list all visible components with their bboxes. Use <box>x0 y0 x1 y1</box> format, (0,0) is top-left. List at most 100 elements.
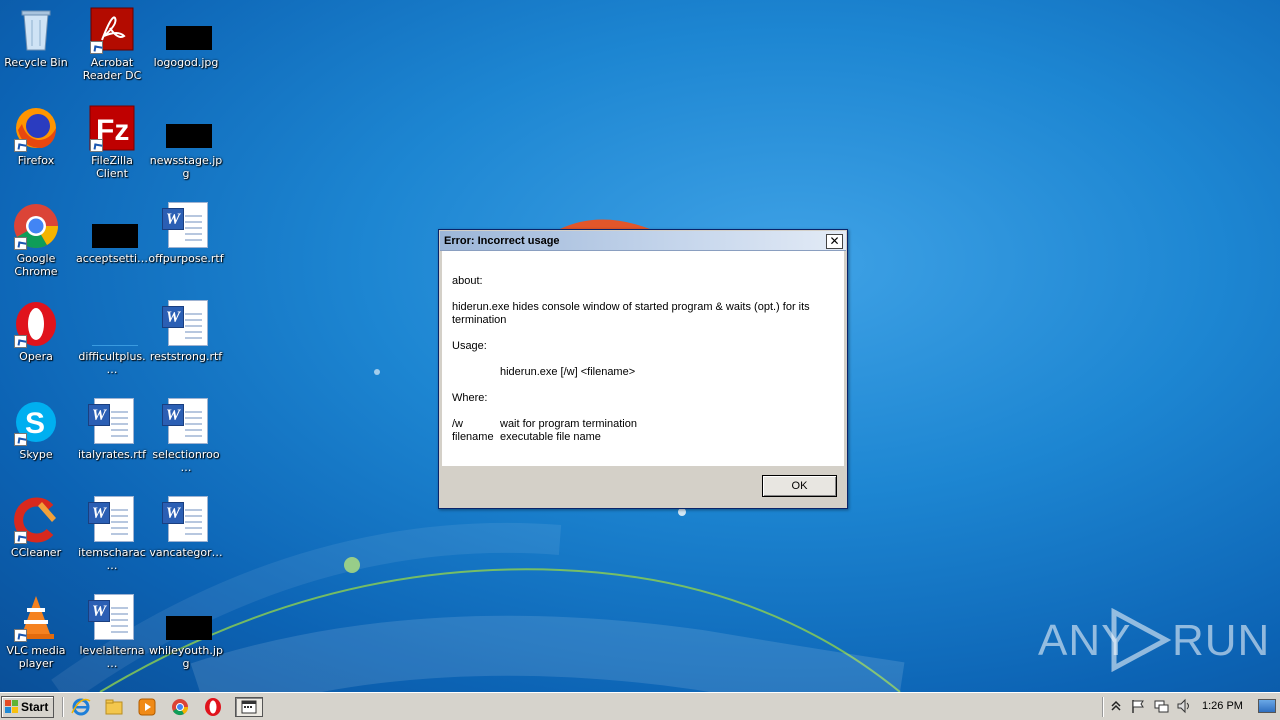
volume-icon[interactable] <box>1176 698 1192 714</box>
start-label: Start <box>21 700 49 714</box>
desktop-icon-firefox[interactable]: Firefox <box>0 104 74 167</box>
desktop-icon-label: Recycle Bin <box>4 56 68 69</box>
desktop-icon-google-chrome[interactable]: Google Chrome <box>0 202 74 278</box>
desktop-icon-acceptsetti[interactable]: acceptsetti… <box>74 202 150 265</box>
shortcut-arrow-icon <box>90 139 103 152</box>
desktop-icon-filezilla[interactable]: Fz FileZilla Client <box>74 104 150 180</box>
skype-icon: S <box>12 398 60 446</box>
desktop-icon-whileyouth-jpg[interactable]: whileyouth.jpg <box>148 594 224 670</box>
dialog-titlebar[interactable]: Error: Incorrect usage ✕ <box>440 231 846 251</box>
show-hidden-icons-chevron-icon[interactable] <box>1108 698 1124 714</box>
desktop-icon-label: offpurpose.rtf <box>148 252 224 265</box>
desktop-icon-label: itemscharac… <box>78 546 146 572</box>
desktop-icon-label: newsstage.jpg <box>149 154 223 180</box>
close-icon: ✕ <box>829 234 840 248</box>
shortcut-arrow-icon <box>14 237 27 250</box>
shortcut-arrow-icon <box>90 41 103 54</box>
description-text: hiderun.exe hides console window of star… <box>452 301 810 326</box>
ccleaner-icon <box>12 496 60 544</box>
word-document-icon: W <box>88 496 136 544</box>
media-player-icon[interactable] <box>136 697 158 717</box>
shortcut-arrow-icon <box>14 433 27 446</box>
desktop-icon-offpurpose-rtf[interactable]: W offpurpose.rtf <box>148 202 224 265</box>
desktop-icon-difficultplus[interactable]: difficultplus.… <box>74 300 150 376</box>
windows-logo-icon <box>5 700 19 714</box>
word-document-icon: W <box>162 300 210 348</box>
close-button[interactable]: ✕ <box>826 234 843 249</box>
image-file-icon <box>162 6 212 54</box>
usage-line: hiderun.exe [/w] <filename> <box>500 366 636 378</box>
recycle-bin-icon <box>12 6 60 54</box>
desktop-icon-label: Opera <box>19 350 53 363</box>
desktop-icon-acrobat-reader[interactable]: Acrobat Reader DC <box>74 6 150 82</box>
opera-icon <box>12 300 60 348</box>
taskbar: Start 1:26 PM <box>0 692 1280 720</box>
desktop-icon-label: Firefox <box>17 154 55 167</box>
shortcut-arrow-icon <box>14 139 27 152</box>
desktop-icon-label: levelalterna… <box>79 644 145 670</box>
clock[interactable]: 1:26 PM <box>1202 700 1243 712</box>
file-icon <box>88 300 138 348</box>
desktop-icon-recycle-bin[interactable]: Recycle Bin <box>0 6 74 69</box>
desktop-icon-reststrong-rtf[interactable]: W reststrong.rtf <box>148 300 224 363</box>
dialog-title: Error: Incorrect usage <box>444 235 560 247</box>
desktop-icon-label: vancategor… <box>149 546 223 559</box>
show-desktop-icon[interactable] <box>1258 699 1276 713</box>
play-logo-icon <box>1111 608 1172 672</box>
word-document-icon: W <box>162 398 210 446</box>
image-file-icon <box>162 594 212 642</box>
desktop-icon-label: CCleaner <box>10 546 62 559</box>
desktop-icon-label: logogod.jpg <box>153 56 219 69</box>
desktop-icon-label: difficultplus.… <box>78 350 146 376</box>
desktop-icon-label: VLC media player <box>6 644 66 670</box>
desktop-icon-label: Google Chrome <box>14 252 58 278</box>
desktop-icon-levelalterna[interactable]: W levelalterna… <box>74 594 150 670</box>
chrome-icon <box>12 202 60 250</box>
firefox-icon <box>12 104 60 152</box>
where-label: Where: <box>452 392 488 404</box>
opera-icon[interactable] <box>202 697 224 717</box>
vlc-icon <box>12 594 60 642</box>
desktop-icon-label: selectionroo… <box>152 448 220 474</box>
network-icon[interactable] <box>1153 698 1169 714</box>
about-label: about: <box>452 275 483 287</box>
desktop-icon-ccleaner[interactable]: CCleaner <box>0 496 74 559</box>
internet-explorer-icon[interactable] <box>70 697 92 717</box>
usage-label: Usage: <box>452 340 487 352</box>
acrobat-reader-icon <box>88 6 136 54</box>
chrome-icon[interactable] <box>169 697 191 717</box>
taskbar-separator <box>1102 697 1104 717</box>
console-window-icon[interactable] <box>235 697 263 717</box>
desktop-icon-italyrates-rtf[interactable]: W italyrates.rtf <box>74 398 150 461</box>
desktop-icon-newsstage-jpg[interactable]: newsstage.jpg <box>148 104 224 180</box>
taskbar-separator <box>62 697 64 717</box>
shortcut-arrow-icon <box>14 531 27 544</box>
svg-text:S: S <box>25 407 45 440</box>
file-icon <box>88 202 138 250</box>
desktop-icon-label: italyrates.rtf <box>78 448 146 461</box>
word-document-icon: W <box>88 398 136 446</box>
watermark-text-right: RUN <box>1172 616 1271 665</box>
desktop-icon-itemscharac[interactable]: W itemscharac… <box>74 496 150 572</box>
action-center-flag-icon[interactable] <box>1130 698 1146 714</box>
desktop-icon-label: reststrong.rtf <box>149 350 223 363</box>
word-document-icon: W <box>162 202 210 250</box>
shortcut-arrow-icon <box>14 335 27 348</box>
desktop-icon-label: FileZilla Client <box>91 154 133 180</box>
start-button[interactable]: Start <box>1 696 54 718</box>
filezilla-icon: Fz <box>88 104 136 152</box>
desktop: Recycle Bin Acrobat Reader DC logogod.jp… <box>0 0 1280 692</box>
desktop-icon-skype[interactable]: S Skype <box>0 398 74 461</box>
desktop-icon-selectionroo[interactable]: W selectionroo… <box>148 398 224 474</box>
desktop-icon-logogod-jpg[interactable]: logogod.jpg <box>148 6 224 69</box>
desktop-icon-vlc[interactable]: VLC media player <box>0 594 74 670</box>
image-file-icon <box>162 104 212 152</box>
desktop-icon-vancategor[interactable]: W vancategor… <box>148 496 224 559</box>
desktop-icon-label: whileyouth.jpg <box>149 644 223 670</box>
desktop-icon-label: acceptsetti… <box>75 252 149 265</box>
desktop-icon-opera[interactable]: Opera <box>0 300 74 363</box>
error-dialog: Error: Incorrect usage ✕ about: hiderun.… <box>438 229 848 509</box>
ok-button[interactable]: OK <box>762 475 837 497</box>
desktop-icon-label: Skype <box>19 448 53 461</box>
file-explorer-icon[interactable] <box>103 697 125 717</box>
